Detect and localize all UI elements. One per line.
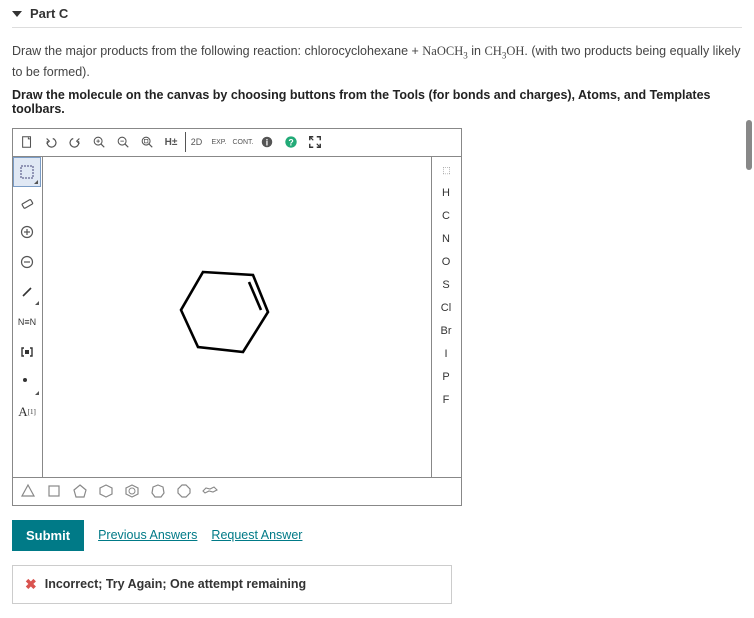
scrollbar[interactable]: [746, 120, 752, 170]
minus-charge-tool[interactable]: [13, 247, 41, 277]
template-square[interactable]: [45, 482, 63, 500]
triple-bond-tool[interactable]: N≡N: [13, 307, 41, 337]
atom-F[interactable]: F: [432, 389, 460, 412]
atom-O[interactable]: O: [432, 251, 460, 274]
svg-text:?: ?: [288, 138, 293, 148]
request-answer-link[interactable]: Request Answer: [211, 528, 302, 542]
template-pentagon[interactable]: [71, 482, 89, 500]
molecule-structure: [173, 262, 283, 362]
atom-S[interactable]: S: [432, 274, 460, 297]
incorrect-icon: ✖: [25, 576, 37, 593]
templates-toolbar: [13, 477, 461, 505]
molecule-editor: H± 2D EXP. CONT. i ? N≡N A[1] ⬚ H: [12, 128, 462, 506]
single-bond-tool[interactable]: [13, 277, 41, 307]
undo-icon[interactable]: [41, 132, 61, 152]
atom-N[interactable]: N: [432, 228, 460, 251]
template-benzene[interactable]: [123, 482, 141, 500]
plus-charge-tool[interactable]: [13, 217, 41, 247]
template-heptagon[interactable]: [149, 482, 167, 500]
atom-Br[interactable]: Br: [432, 320, 460, 343]
zoom-fit-icon[interactable]: [137, 132, 157, 152]
left-toolbar: N≡N A[1]: [13, 157, 43, 477]
svg-text:i: i: [266, 138, 268, 148]
template-triangle[interactable]: [19, 482, 37, 500]
zoom-out-icon[interactable]: [113, 132, 133, 152]
template-chair[interactable]: [201, 482, 219, 500]
2d-button[interactable]: 2D: [185, 132, 205, 152]
atom-P[interactable]: P: [432, 366, 460, 389]
hydrogen-toggle[interactable]: H±: [161, 132, 181, 152]
submit-button[interactable]: Submit: [12, 520, 84, 551]
radical-tool[interactable]: [13, 367, 41, 397]
instruction-line-2: Draw the molecule on the canvas by choos…: [12, 88, 742, 116]
info-icon[interactable]: i: [257, 132, 277, 152]
instruction-line-1: Draw the major products from the followi…: [12, 42, 742, 82]
atoms-toolbar: ⬚ H C N O S Cl Br I P F: [431, 157, 461, 477]
fullscreen-icon[interactable]: [305, 132, 325, 152]
action-row: Submit Previous Answers Request Answer: [12, 520, 742, 551]
drawing-canvas[interactable]: [43, 157, 431, 477]
part-title: Part C: [30, 6, 68, 21]
atom-I[interactable]: I: [432, 343, 460, 366]
collapse-caret[interactable]: [12, 11, 22, 17]
eraser-tool[interactable]: [13, 187, 41, 217]
help-icon[interactable]: ?: [281, 132, 301, 152]
exp-button[interactable]: EXP.: [209, 132, 229, 152]
atom-C[interactable]: C: [432, 205, 460, 228]
top-toolbar: H± 2D EXP. CONT. i ?: [13, 129, 461, 157]
periodic-table-icon[interactable]: ⬚: [432, 159, 460, 182]
atom-Cl[interactable]: Cl: [432, 297, 460, 320]
cont-button[interactable]: CONT.: [233, 132, 253, 152]
previous-answers-link[interactable]: Previous Answers: [98, 528, 197, 542]
atom-H[interactable]: H: [432, 182, 460, 205]
marquee-tool[interactable]: [13, 157, 41, 187]
redo-icon[interactable]: [65, 132, 85, 152]
bracket-tool[interactable]: [13, 337, 41, 367]
template-octagon[interactable]: [175, 482, 193, 500]
zoom-in-icon[interactable]: [89, 132, 109, 152]
new-icon[interactable]: [17, 132, 37, 152]
atom-label-tool[interactable]: A[1]: [13, 397, 41, 427]
feedback-text: Incorrect; Try Again; One attempt remain…: [45, 577, 306, 591]
template-hexagon[interactable]: [97, 482, 115, 500]
feedback-box: ✖ Incorrect; Try Again; One attempt rema…: [12, 565, 452, 604]
